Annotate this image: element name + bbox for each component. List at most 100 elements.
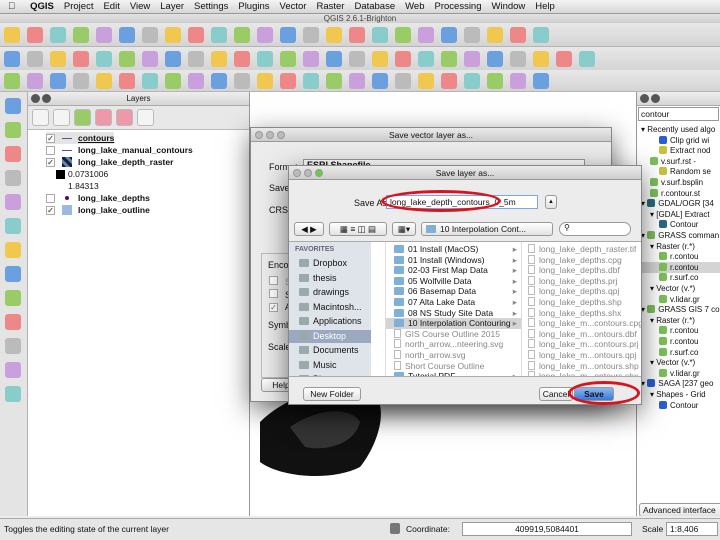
float-panel-icon[interactable] <box>42 94 51 103</box>
toolbar-tool-icon[interactable] <box>50 50 66 67</box>
processing-tree-item[interactable]: ▾ GRASS GIS 7 co <box>641 304 720 315</box>
sidebar-favorite[interactable]: drawings <box>289 286 371 299</box>
advanced-interface-button[interactable]: Advanced interface <box>639 503 720 516</box>
close-panel-icon[interactable] <box>640 94 649 103</box>
toolbar-tool-icon[interactable] <box>441 50 457 67</box>
toolbar-tool-icon[interactable] <box>119 26 135 43</box>
toolbar-tool-icon[interactable] <box>27 50 43 67</box>
coordinate-field[interactable]: 409919,5084401 <box>462 522 632 536</box>
processing-search-input[interactable]: contour <box>638 107 719 121</box>
back-forward-buttons[interactable]: ◀ ▶ <box>294 222 324 236</box>
processing-tree-item[interactable]: ▾ GRASS comman <box>641 230 719 241</box>
toolbar-tool-icon[interactable] <box>326 72 342 89</box>
toolbar-tool-icon[interactable] <box>372 26 388 43</box>
sidebar-favorite[interactable]: Pictures <box>289 373 371 376</box>
toolbar-tool-icon[interactable] <box>326 26 342 43</box>
view-mode-buttons[interactable]: ▦ ≡ ◫ ▤ <box>329 222 387 236</box>
add-layer-tool-icon[interactable] <box>5 146 21 162</box>
toolbar-tool-icon[interactable] <box>119 72 135 89</box>
finder-search-input[interactable]: ⚲ <box>559 222 631 236</box>
toolbar-tool-icon[interactable] <box>533 72 549 89</box>
toolbar-tool-icon[interactable] <box>326 50 342 67</box>
toolbar-tool-icon[interactable] <box>73 50 89 67</box>
menu-processing[interactable]: Processing <box>435 1 482 12</box>
toolbar-tool-icon[interactable] <box>257 72 273 89</box>
add-layer-tool-icon[interactable] <box>5 362 21 378</box>
processing-tree-item[interactable]: Random se <box>659 166 711 177</box>
layer-visibility-checkbox[interactable] <box>46 193 55 203</box>
sidebar-favorite[interactable]: Macintosh... <box>289 301 371 314</box>
processing-tree-item[interactable]: Contour <box>659 400 698 411</box>
toolbar-tool-icon[interactable] <box>487 26 503 43</box>
apple-icon[interactable]:  <box>8 1 15 12</box>
add-group-icon[interactable] <box>32 109 49 126</box>
menu-edit[interactable]: Edit <box>103 1 119 12</box>
toolbar-tool-icon[interactable] <box>96 26 112 43</box>
menu-settings[interactable]: Settings <box>194 1 228 12</box>
add-layer-tool-icon[interactable] <box>5 338 21 354</box>
close-panel-icon[interactable] <box>31 94 40 103</box>
browser-item[interactable]: GIS Course Outline 2015 <box>386 328 521 340</box>
toolbar-tool-icon[interactable] <box>556 50 572 67</box>
toolbar-tool-icon[interactable] <box>372 72 388 89</box>
toolbar-tool-icon[interactable] <box>50 72 66 89</box>
toolbar-tool-icon[interactable] <box>464 26 480 43</box>
toolbar-tool-icon[interactable] <box>188 26 204 43</box>
processing-tree-item[interactable]: Extract nod <box>659 145 710 156</box>
sidebar-favorite[interactable]: thesis <box>289 272 371 285</box>
processing-tree-item[interactable]: ▾ SAGA [237 geo <box>641 378 713 389</box>
collapse-dialog-button[interactable]: ▲ <box>545 195 557 209</box>
processing-tree-item[interactable]: r.contou <box>659 325 698 336</box>
toolbar-tool-icon[interactable] <box>4 50 20 67</box>
toolbar-tool-icon[interactable] <box>349 72 365 89</box>
browser-item[interactable]: 07 Alta Lake Data ▸ <box>386 297 521 308</box>
toolbar-tool-icon[interactable] <box>303 50 319 67</box>
browser-item[interactable]: 08 NS Study Site Data ▸ <box>386 308 521 319</box>
toolbar-tool-icon[interactable] <box>510 50 526 67</box>
float-panel-icon[interactable] <box>651 94 660 103</box>
add-layer-tool-icon[interactable] <box>5 98 21 114</box>
processing-tree-item[interactable]: r.contour.st <box>650 188 700 199</box>
browser-item[interactable]: north_arrow.svg <box>386 350 521 361</box>
menu-help[interactable]: Help <box>535 1 555 12</box>
menu-layer[interactable]: Layer <box>160 1 184 12</box>
skip-attributes-checkbox[interactable] <box>269 289 278 298</box>
expand-all-icon[interactable] <box>95 109 112 126</box>
browser-item[interactable]: 06 Basemap Data ▸ <box>386 286 521 297</box>
toolbar-tool-icon[interactable] <box>234 50 250 67</box>
layer-item[interactable]: ✓ long_lake_depth_raster <box>46 156 173 168</box>
browser-item[interactable]: 05 Wolfville Data ▸ <box>386 276 521 287</box>
toolbar-tool-icon[interactable] <box>303 26 319 43</box>
toolbar-tool-icon[interactable] <box>441 26 457 43</box>
processing-tree-item[interactable]: v.lidar.gr <box>659 368 700 379</box>
toolbar-tool-icon[interactable] <box>27 72 43 89</box>
add-to-map-checkbox[interactable]: ✓ <box>269 303 278 312</box>
toolbar-tool-icon[interactable] <box>372 50 388 67</box>
toolbar-tool-icon[interactable] <box>395 26 411 43</box>
browser-item[interactable]: north_arrow...nteering.svg <box>386 339 521 350</box>
processing-tree-item[interactable]: ▾ Recently used algo <box>641 124 715 135</box>
toolbar-tool-icon[interactable] <box>119 50 135 67</box>
toolbar-tool-icon[interactable] <box>257 26 273 43</box>
toolbar-tool-icon[interactable] <box>487 72 503 89</box>
processing-tree-item[interactable]: r.contou <box>659 336 698 347</box>
browser-item[interactable]: Tutorial PDF ▸ <box>386 371 521 376</box>
toolbar-tool-icon[interactable] <box>533 26 549 43</box>
toolbar-tool-icon[interactable] <box>96 72 112 89</box>
toolbar-tool-icon[interactable] <box>395 50 411 67</box>
processing-tree-item[interactable]: r.contou <box>659 251 698 262</box>
toolbar-tool-icon[interactable] <box>73 26 89 43</box>
browser-item[interactable]: 01 Install (Windows) ▸ <box>386 255 521 266</box>
add-layer-tool-icon[interactable] <box>5 290 21 306</box>
layer-item[interactable]: ✓ contours <box>46 132 115 144</box>
add-layer-tool-icon[interactable] <box>5 122 21 138</box>
toolbar-tool-icon[interactable] <box>349 50 365 67</box>
processing-tree-item[interactable]: v.surf.bsplin <box>650 177 703 188</box>
toolbar-tool-icon[interactable] <box>73 72 89 89</box>
layer-visibility-checkbox[interactable]: ✓ <box>46 157 55 167</box>
processing-tree-item[interactable]: ▾ Raster (r.*) <box>650 315 695 326</box>
processing-tree-item[interactable]: ▾ Vector (v.*) <box>650 357 695 368</box>
toolbar-tool-icon[interactable] <box>418 50 434 67</box>
add-layer-tool-icon[interactable] <box>5 194 21 210</box>
add-layer-tool-icon[interactable] <box>5 314 21 330</box>
